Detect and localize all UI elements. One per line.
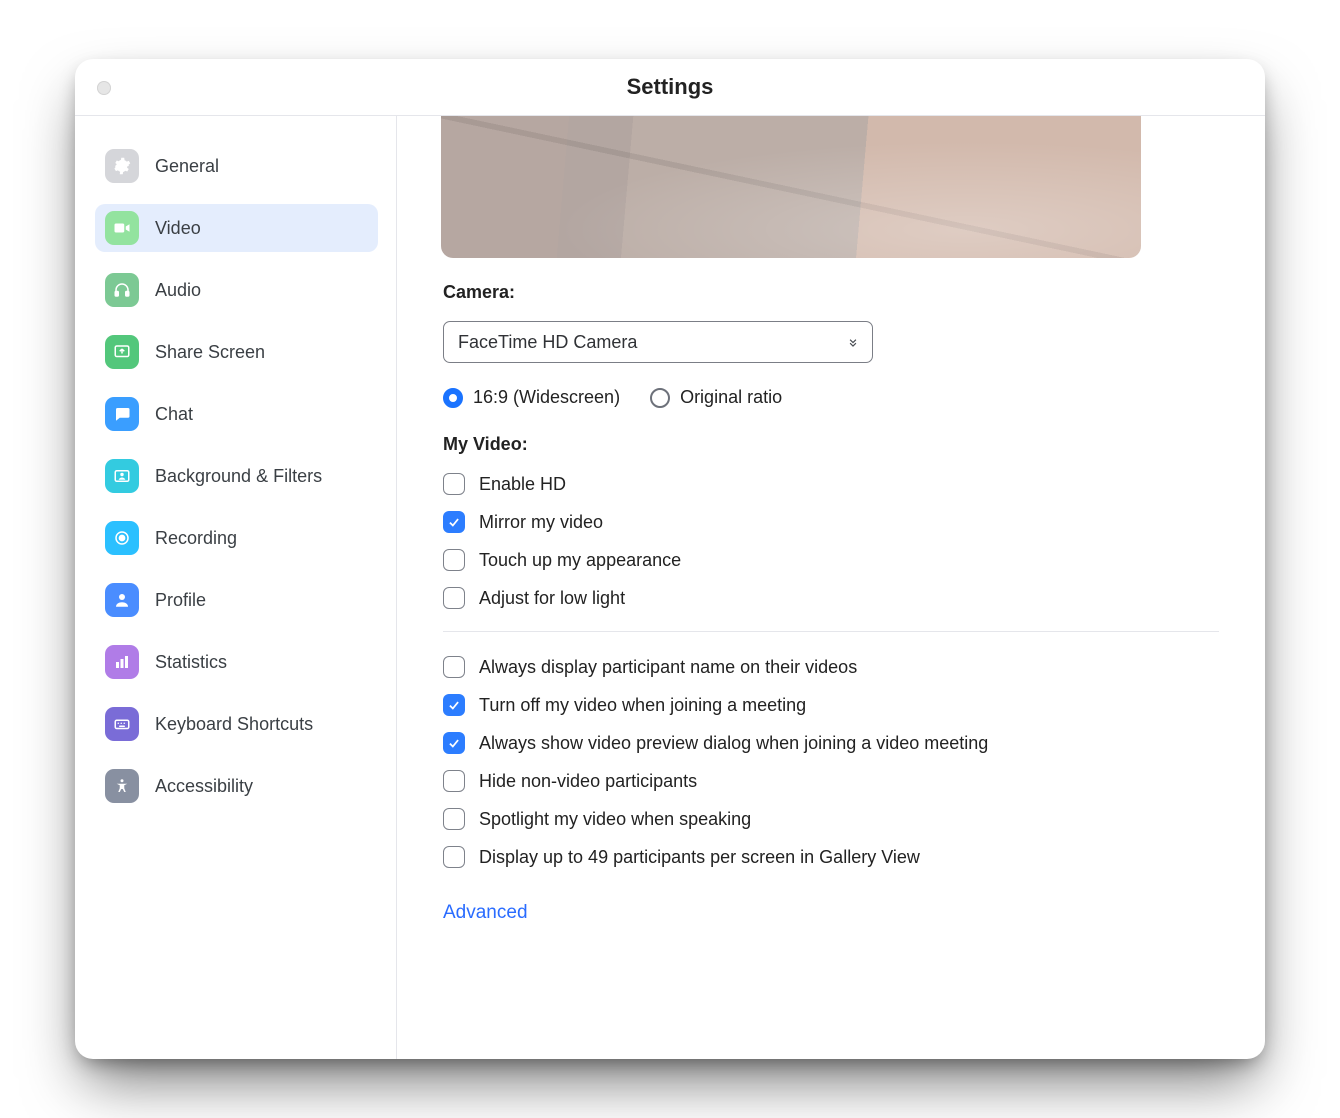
chevron-down-icon [846,335,860,349]
checkbox [443,587,465,609]
camera-section-label: Camera: [443,282,1219,303]
sidebar-item-label: Keyboard Shortcuts [155,714,313,735]
sidebar-item-label: Statistics [155,652,227,673]
meeting-options: Always display participant name on their… [443,656,1219,868]
radio-label: Original ratio [680,387,782,408]
my-video-section-label: My Video: [443,434,1219,455]
settings-window: Settings General Video Audio Share Screen Ch… [75,59,1265,1059]
sidebar-item-profile[interactable]: Profile [95,576,378,624]
check-icon [447,515,461,529]
sidebar-item-audio[interactable]: Audio [95,266,378,314]
sidebar-item-label: Video [155,218,201,239]
my-video-options: Enable HD Mirror my video Touch up my appe… [443,473,1219,609]
option-show_preview[interactable]: Always show video preview dialog when jo… [443,732,1219,754]
video-icon [105,211,139,245]
sidebar-item-label: Share Screen [155,342,265,363]
sidebar-item-label: Profile [155,590,206,611]
camera-dropdown[interactable]: FaceTime HD Camera [443,321,873,363]
camera-preview [441,116,1141,258]
chat-icon [105,397,139,431]
check-icon [447,698,461,712]
window-body: General Video Audio Share Screen Chat Backgro… [75,116,1265,1059]
aspect-ratio-row: 16:9 (Widescreen) Original ratio [443,387,1219,408]
option-label: Always display participant name on their… [479,657,857,678]
section-divider [443,631,1219,632]
sidebar-item-share[interactable]: Share Screen [95,328,378,376]
sidebar-item-label: Audio [155,280,201,301]
settings-sidebar: General Video Audio Share Screen Chat Backgro… [75,116,397,1059]
camera-dropdown-value: FaceTime HD Camera [458,332,637,353]
sidebar-item-video[interactable]: Video [95,204,378,252]
sidebar-item-chat[interactable]: Chat [95,390,378,438]
option-label: Touch up my appearance [479,550,681,571]
gear-icon [105,149,139,183]
profile-icon [105,583,139,617]
window-title: Settings [627,74,714,100]
checkbox [443,808,465,830]
sidebar-item-label: Accessibility [155,776,253,797]
aspect-ratio-widescreen[interactable]: 16:9 (Widescreen) [443,387,620,408]
option-touch_up[interactable]: Touch up my appearance [443,549,1219,571]
settings-main-panel: Camera: FaceTime HD Camera 16:9 (Widescr… [397,116,1265,1059]
option-mirror[interactable]: Mirror my video [443,511,1219,533]
option-label: Spotlight my video when speaking [479,809,751,830]
checkbox [443,511,465,533]
option-label: Turn off my video when joining a meeting [479,695,806,716]
option-gallery_49[interactable]: Display up to 49 participants per screen… [443,846,1219,868]
option-spotlight[interactable]: Spotlight my video when speaking [443,808,1219,830]
check-icon [447,736,461,750]
sidebar-item-label: Recording [155,528,237,549]
option-enable_hd[interactable]: Enable HD [443,473,1219,495]
aspect-ratio-original[interactable]: Original ratio [650,387,782,408]
sidebar-item-accessibility[interactable]: Accessibility [95,762,378,810]
option-low_light[interactable]: Adjust for low light [443,587,1219,609]
checkbox [443,549,465,571]
option-label: Enable HD [479,474,566,495]
sidebar-item-bgfilters[interactable]: Background & Filters [95,452,378,500]
radio-indicator [650,388,670,408]
sidebar-item-statistics[interactable]: Statistics [95,638,378,686]
checkbox [443,846,465,868]
checkbox [443,656,465,678]
option-label: Display up to 49 participants per screen… [479,847,920,868]
option-turn_off_on_join[interactable]: Turn off my video when joining a meeting [443,694,1219,716]
option-label: Always show video preview dialog when jo… [479,733,988,754]
checkbox [443,732,465,754]
checkbox [443,694,465,716]
sidebar-item-label: General [155,156,219,177]
checkbox [443,770,465,792]
person-card-icon [105,459,139,493]
sidebar-item-label: Background & Filters [155,466,322,487]
stage: Settings General Video Audio Share Screen Ch… [0,0,1340,1118]
bar-chart-icon [105,645,139,679]
keyboard-icon [105,707,139,741]
option-label: Adjust for low light [479,588,625,609]
checkbox [443,473,465,495]
sidebar-item-recording[interactable]: Recording [95,514,378,562]
window-control-close[interactable] [97,81,111,95]
option-label: Hide non-video participants [479,771,697,792]
share-icon [105,335,139,369]
record-icon [105,521,139,555]
headphones-icon [105,273,139,307]
option-label: Mirror my video [479,512,603,533]
radio-indicator [443,388,463,408]
option-display_names[interactable]: Always display participant name on their… [443,656,1219,678]
sidebar-item-label: Chat [155,404,193,425]
titlebar: Settings [75,59,1265,116]
sidebar-item-general[interactable]: General [95,142,378,190]
accessibility-icon [105,769,139,803]
advanced-link[interactable]: Advanced [443,902,528,924]
option-hide_non_video[interactable]: Hide non-video participants [443,770,1219,792]
sidebar-item-shortcuts[interactable]: Keyboard Shortcuts [95,700,378,748]
radio-label: 16:9 (Widescreen) [473,387,620,408]
